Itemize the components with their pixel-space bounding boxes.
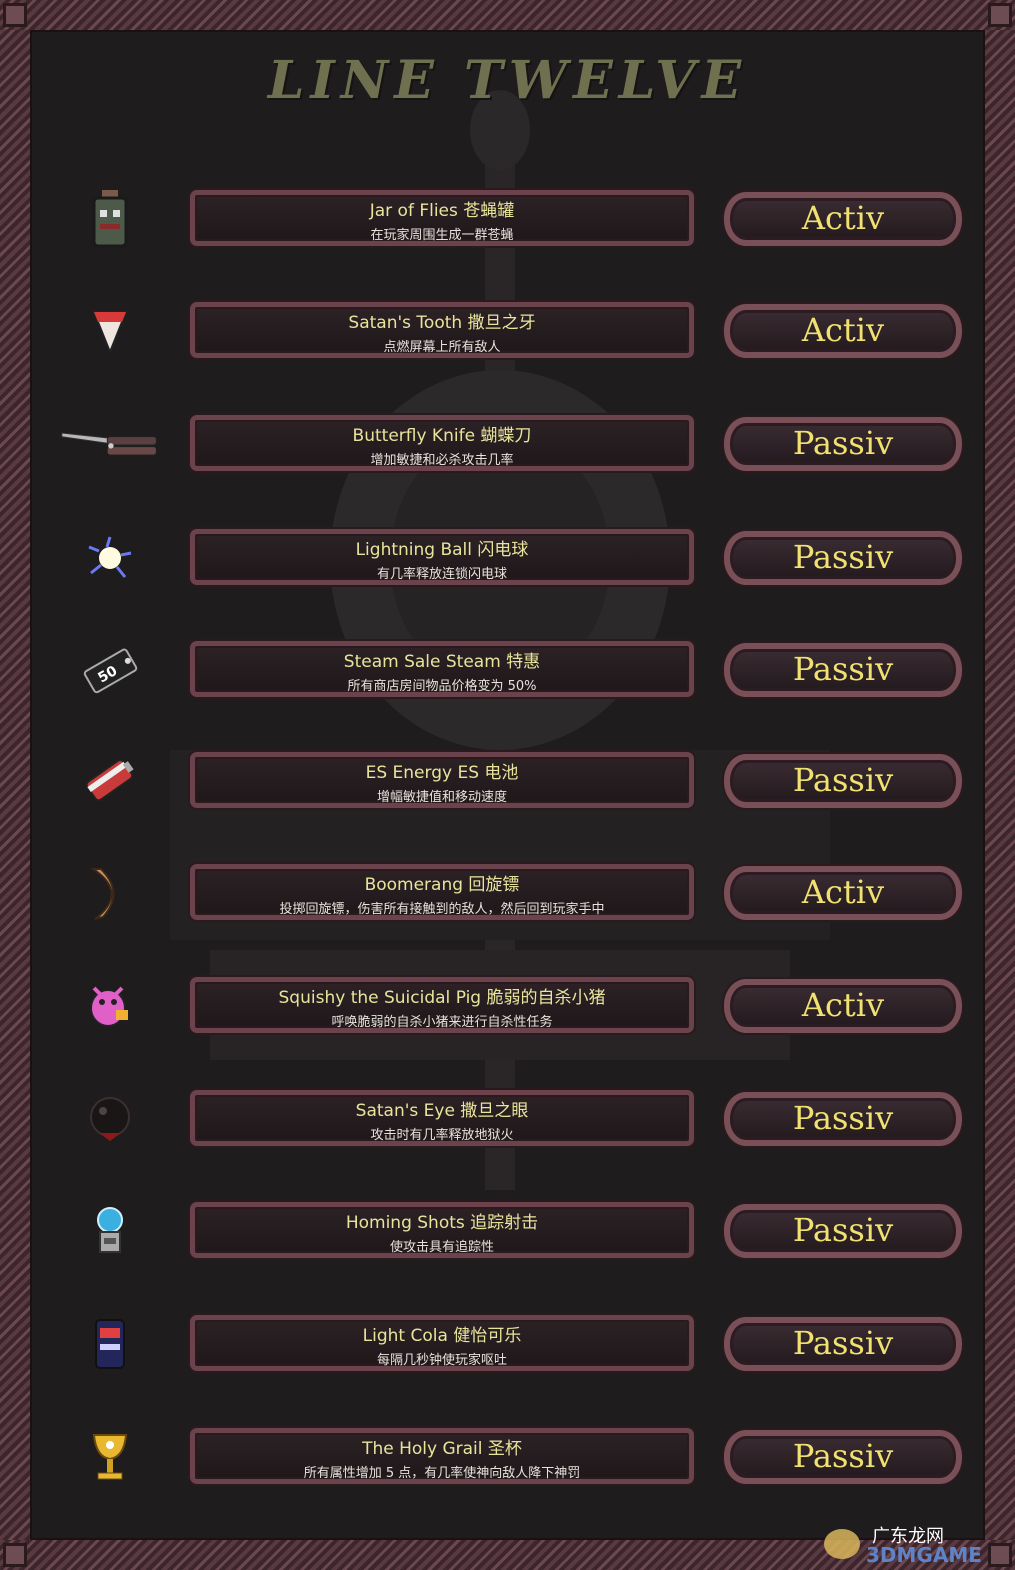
item-type-badge: Activ xyxy=(724,866,962,920)
item-row: Homing Shots 追踪射击使攻击具有追踪性 Passiv xyxy=(0,1200,1015,1262)
lightning-ball-icon xyxy=(60,527,160,589)
item-name-panel: Homing Shots 追踪射击使攻击具有追踪性 xyxy=(190,1202,694,1258)
item-row: Butterfly Knife 蝴蝶刀增加敏捷和必杀攻击几率 Passiv xyxy=(0,413,1015,475)
butterfly-knife-icon xyxy=(60,413,160,475)
holy-grail-icon xyxy=(60,1426,160,1488)
frame-top xyxy=(0,0,1015,32)
steam-sale-icon: 50 xyxy=(60,639,160,701)
item-name: Homing Shots 追踪射击 xyxy=(345,1213,539,1233)
item-row: Boomerang 回旋镖投掷回旋镖，伤害所有接触到的敌人，然后回到玩家手中 Ac… xyxy=(0,862,1015,924)
item-description: 所有属性增加 5 点，有几率使神向敌人降下神罚 xyxy=(303,1466,581,1481)
frame-corner xyxy=(3,3,27,27)
item-description: 有几率释放连锁闪电球 xyxy=(376,567,507,582)
item-description: 每隔几秒钟使玩家呕吐 xyxy=(376,1353,507,1368)
item-name: Squishy the Suicidal Pig 脆弱的自杀小猪 xyxy=(278,988,606,1008)
light-cola-icon xyxy=(60,1313,160,1375)
item-description: 增幅敏捷值和移动速度 xyxy=(376,790,507,805)
item-name: The Holy Grail 圣杯 xyxy=(362,1439,522,1459)
item-row: ES Energy ES 电池增幅敏捷值和移动速度 Passiv xyxy=(0,750,1015,812)
item-row: The Holy Grail 圣杯所有属性增加 5 点，有几率使神向敌人降下神罚… xyxy=(0,1426,1015,1488)
item-name-panel: Boomerang 回旋镖投掷回旋镖，伤害所有接触到的敌人，然后回到玩家手中 xyxy=(190,864,694,920)
item-name-panel: Satan's Eye 撒旦之眼攻击时有几率释放地狱火 xyxy=(190,1090,694,1146)
item-name-panel: Butterfly Knife 蝴蝶刀增加敏捷和必杀攻击几率 xyxy=(190,415,694,471)
item-type-badge: Passiv xyxy=(724,417,962,471)
item-type-badge: Passiv xyxy=(724,1204,962,1258)
item-name: Steam Sale Steam 特惠 xyxy=(343,652,541,672)
item-name: Lightning Ball 闪电球 xyxy=(355,540,529,560)
item-row: Satan's Eye 撒旦之眼攻击时有几率释放地狱火 Passiv xyxy=(0,1088,1015,1150)
item-type-badge: Passiv xyxy=(724,754,962,808)
watermark-en: 3DMGAME xyxy=(866,1543,982,1564)
suicidal-pig-icon xyxy=(60,975,160,1037)
item-type-badge: Activ xyxy=(724,304,962,358)
item-description: 攻击时有几率释放地狱火 xyxy=(370,1128,514,1143)
satans-tooth-icon xyxy=(60,300,160,362)
item-row: Jar of Flies 苍蝇罐在玩家周围生成一群苍蝇 Activ xyxy=(0,188,1015,250)
item-row: 50 Steam Sale Steam 特惠所有商店房间物品价格变为 50% Pas… xyxy=(0,639,1015,701)
item-row: Light Cola 健怡可乐每隔几秒钟使玩家呕吐 Passiv xyxy=(0,1313,1015,1375)
item-row: Squishy the Suicidal Pig 脆弱的自杀小猪呼唤脆弱的自杀小… xyxy=(0,975,1015,1037)
item-name: Light Cola 健怡可乐 xyxy=(362,1326,522,1346)
site-watermark: 广东龙网 3DMGAME xyxy=(824,1526,982,1564)
item-description: 所有商店房间物品价格变为 50% xyxy=(347,679,537,694)
item-name: Boomerang 回旋镖 xyxy=(364,875,520,895)
item-type-badge: Activ xyxy=(724,979,962,1033)
item-description: 投掷回旋镖，伤害所有接触到的敌人，然后回到玩家手中 xyxy=(279,902,605,917)
item-row: Lightning Ball 闪电球有几率释放连锁闪电球 Passiv xyxy=(0,527,1015,589)
item-name: Butterfly Knife 蝴蝶刀 xyxy=(352,426,532,446)
jar-of-flies-icon xyxy=(60,188,160,250)
satans-eye-icon xyxy=(60,1088,160,1150)
item-description: 点燃屏幕上所有敌人 xyxy=(383,340,501,355)
item-description: 呼唤脆弱的自杀小猪来进行自杀性任务 xyxy=(331,1015,553,1030)
item-type-badge: Passiv xyxy=(724,531,962,585)
homing-shots-icon xyxy=(60,1200,160,1262)
frame-corner xyxy=(988,3,1012,27)
item-name: Satan's Tooth 撒旦之牙 xyxy=(348,313,536,333)
item-name: Jar of Flies 苍蝇罐 xyxy=(369,201,515,221)
es-energy-icon xyxy=(60,750,160,812)
item-type-badge: Passiv xyxy=(724,1092,962,1146)
item-type-badge: Passiv xyxy=(724,1430,962,1484)
item-description: 在玩家周围生成一群苍蝇 xyxy=(370,228,514,243)
item-row: Satan's Tooth 撒旦之牙点燃屏幕上所有敌人 Activ xyxy=(0,300,1015,362)
boomerang-icon xyxy=(60,862,160,924)
item-name-panel: Jar of Flies 苍蝇罐在玩家周围生成一群苍蝇 xyxy=(190,190,694,246)
item-name: ES Energy ES 电池 xyxy=(365,763,519,783)
item-type-badge: Passiv xyxy=(724,1317,962,1371)
page-title: LINE TWELVE xyxy=(267,50,748,111)
item-name-panel: Light Cola 健怡可乐每隔几秒钟使玩家呕吐 xyxy=(190,1315,694,1371)
item-description: 使攻击具有追踪性 xyxy=(389,1240,494,1255)
item-name-panel: Lightning Ball 闪电球有几率释放连锁闪电球 xyxy=(190,529,694,585)
item-description: 增加敏捷和必杀攻击几率 xyxy=(370,453,514,468)
item-name-panel: Steam Sale Steam 特惠所有商店房间物品价格变为 50% xyxy=(190,641,694,697)
frame-corner xyxy=(3,1543,27,1567)
item-name-panel: ES Energy ES 电池增幅敏捷值和移动速度 xyxy=(190,752,694,808)
item-type-badge: Activ xyxy=(724,192,962,246)
item-name-panel: Squishy the Suicidal Pig 脆弱的自杀小猪呼唤脆弱的自杀小… xyxy=(190,977,694,1033)
item-type-badge: Passiv xyxy=(724,643,962,697)
item-name-panel: Satan's Tooth 撒旦之牙点燃屏幕上所有敌人 xyxy=(190,302,694,358)
item-name: Satan's Eye 撒旦之眼 xyxy=(355,1101,529,1121)
item-name-panel: The Holy Grail 圣杯所有属性增加 5 点，有几率使神向敌人降下神罚 xyxy=(190,1428,694,1484)
